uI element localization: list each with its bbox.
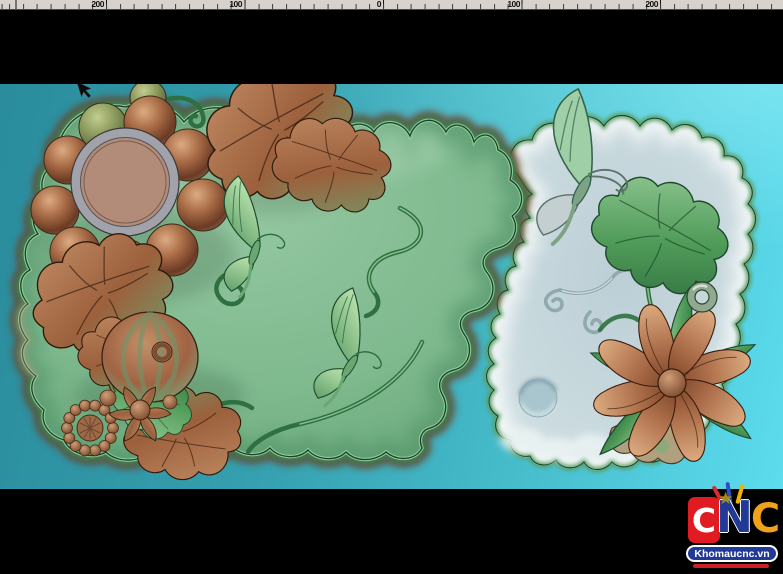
ruler-label: 100 <box>507 0 522 9</box>
cursor-arrow <box>77 84 91 98</box>
logo-site-text: Khomaucnc.vn <box>694 548 769 560</box>
logo-site-ribbon: Khomaucnc.vn <box>686 545 778 562</box>
ruler-label: 0 <box>377 0 383 9</box>
logo-underline <box>693 564 769 568</box>
design-canvas[interactable] <box>0 84 783 489</box>
logo-letter-c2: C <box>751 499 780 539</box>
recessed-circle[interactable] <box>519 379 557 417</box>
ruler-label: 200 <box>91 0 106 9</box>
application-window: 200 100 0 100 200 <box>0 0 783 574</box>
horizontal-ruler[interactable]: 200 100 0 100 200 <box>0 0 783 10</box>
logo-star-icon: ★ <box>718 489 733 509</box>
ruler-label: 200 <box>645 0 660 9</box>
ruler-label: 100 <box>229 0 244 9</box>
ring-recess[interactable] <box>71 128 179 236</box>
daisy-flower[interactable] <box>62 400 119 456</box>
logo-letters: C N C <box>688 497 780 543</box>
khomaucnc-logo: ★ C N C Khomaucnc.vn <box>686 484 780 572</box>
pumpkin-fruit[interactable] <box>102 312 198 402</box>
